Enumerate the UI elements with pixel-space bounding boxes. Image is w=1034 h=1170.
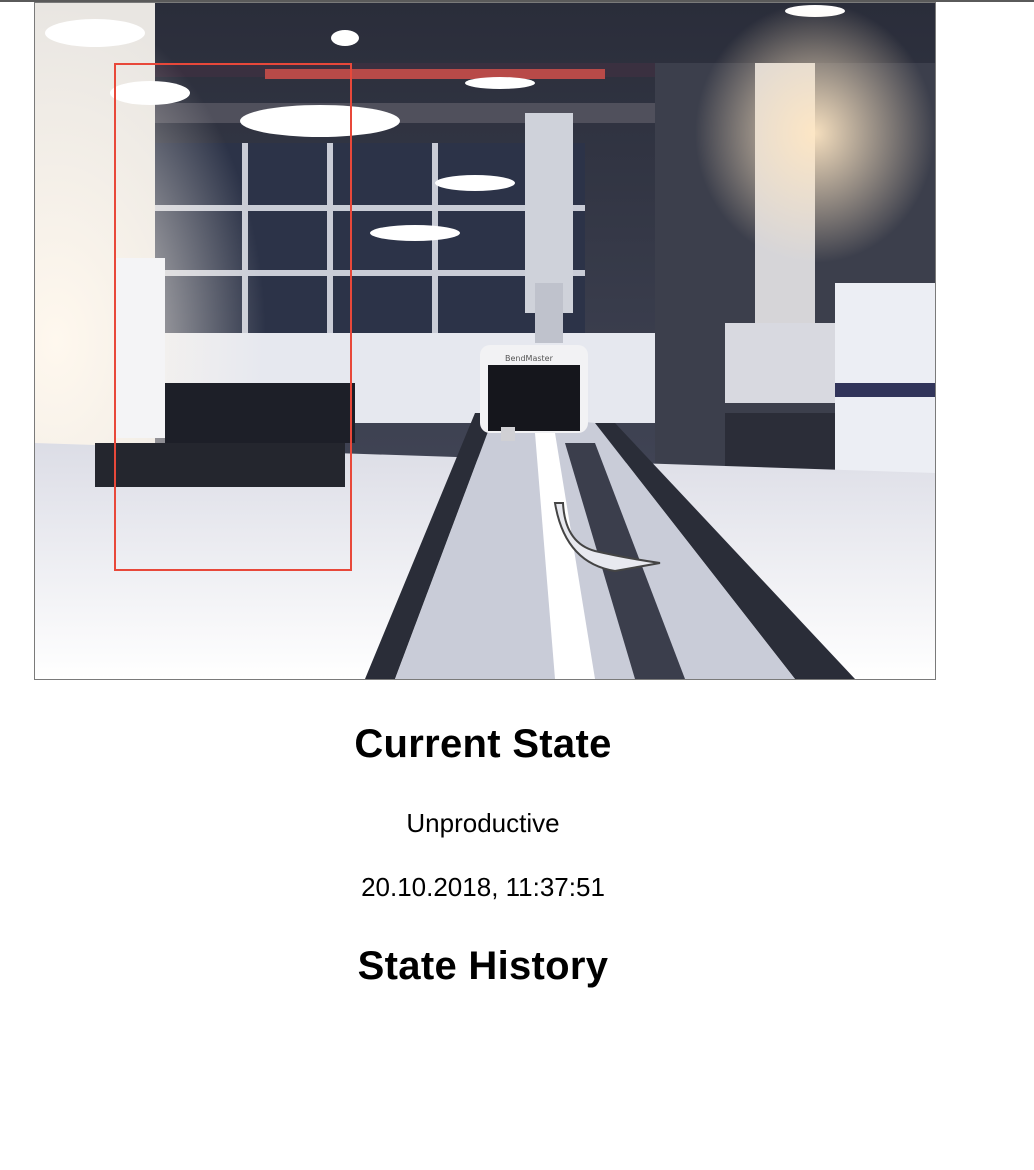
machine-label: BendMaster bbox=[505, 354, 554, 363]
camera-feed: BendMaster bbox=[34, 2, 936, 680]
state-history-heading: State History bbox=[357, 944, 609, 988]
detection-bounding-box bbox=[114, 63, 352, 571]
current-state-timestamp: 20.10.2018, 11:37:51 bbox=[361, 872, 605, 902]
current-state-heading: Current State bbox=[354, 722, 612, 766]
current-state-value: Unproductive bbox=[406, 808, 560, 838]
